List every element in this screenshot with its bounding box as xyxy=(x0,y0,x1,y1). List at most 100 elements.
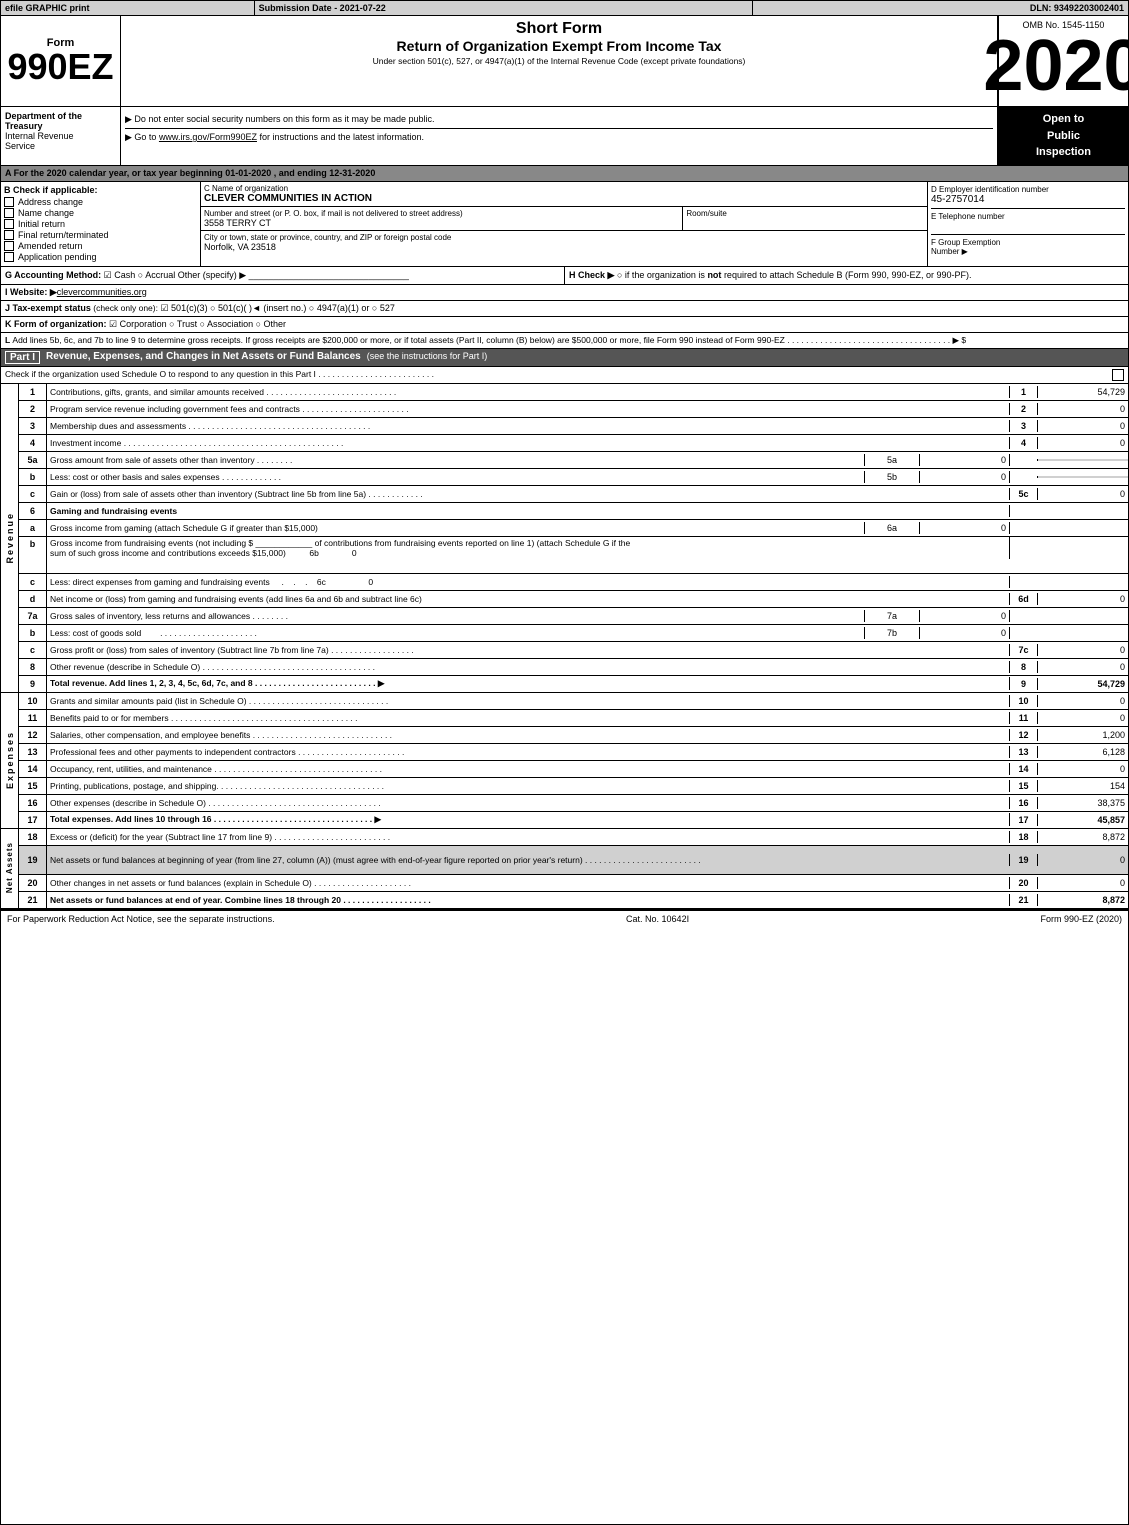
row-19: 19 Net assets or fund balances at beginn… xyxy=(19,846,1128,875)
row5b-desc: Less: cost or other basis and sales expe… xyxy=(47,471,865,483)
dept-info: Department of the Treasury Internal Reve… xyxy=(1,107,121,165)
row-16: 16 Other expenses (describe in Schedule … xyxy=(19,795,1128,812)
row5a-linenum xyxy=(1010,459,1038,461)
row15-num: 15 xyxy=(19,778,47,794)
footer-right: Form 990-EZ (2020) xyxy=(1040,914,1122,924)
form-990ez-label: 990EZ xyxy=(7,49,113,85)
address-row: Number and street (or P. O. box, if mail… xyxy=(201,207,927,231)
city-row: City or town, state or province, country… xyxy=(201,231,927,254)
row-17: 17 Total expenses. Add lines 10 through … xyxy=(19,812,1128,828)
row-6d: d Net income or (loss) from gaming and f… xyxy=(19,591,1128,608)
row6c-num: c xyxy=(19,574,47,590)
h-label: H Check ▶ xyxy=(569,270,614,280)
row14-value: 0 xyxy=(1038,763,1128,775)
row13-desc: Professional fees and other payments to … xyxy=(47,746,1010,758)
row13-linenum: 13 xyxy=(1010,746,1038,758)
check-final-return: Final return/terminated xyxy=(4,230,197,240)
row11-value: 0 xyxy=(1038,712,1128,724)
row4-desc: Investment income . . . . . . . . . . . … xyxy=(47,437,1010,449)
row-9: 9 Total revenue. Add lines 1, 2, 3, 4, 5… xyxy=(19,676,1128,692)
check-schedule-o: Check if the organization used Schedule … xyxy=(5,369,434,381)
bcdef-section: B Check if applicable: Address change Na… xyxy=(1,182,1128,267)
row6-num: 6 xyxy=(19,503,47,519)
c-label: C Name of organization xyxy=(204,184,924,193)
k-other: ○ Other xyxy=(256,319,286,329)
row-11: 11 Benefits paid to or for members . . .… xyxy=(19,710,1128,727)
row8-value: 0 xyxy=(1038,661,1128,673)
row5b-ref: 5b xyxy=(865,471,920,483)
check-initial-return: Initial return xyxy=(4,219,197,229)
check-name-change: Name change xyxy=(4,208,197,218)
row2-linenum: 2 xyxy=(1010,403,1038,415)
row4-linenum: 4 xyxy=(1010,437,1038,449)
row6b-num: b xyxy=(19,537,47,573)
row6b-desc: Gross income from fundraising events (no… xyxy=(47,537,1010,559)
row9-num: 9 xyxy=(19,676,47,692)
part1-label: Part I xyxy=(5,351,40,364)
part1-checknote: Check if the organization used Schedule … xyxy=(1,367,1128,384)
net-assets-section-label: Net Assets xyxy=(5,842,14,893)
row16-num: 16 xyxy=(19,795,47,811)
row5a-ref: 5a xyxy=(865,454,920,466)
open-to-public-box: Open toPublicInspection xyxy=(998,107,1128,165)
row17-value: 45,857 xyxy=(1038,814,1128,826)
h-section: H Check ▶ ○ if the organization is not r… xyxy=(565,267,1128,284)
g-other: Other (specify) ▶ ______________________… xyxy=(178,270,409,280)
row15-value: 154 xyxy=(1038,780,1128,792)
row11-desc: Benefits paid to or for members . . . . … xyxy=(47,712,1010,724)
revenue-rows: 1 Contributions, gifts, grants, and simi… xyxy=(19,384,1128,692)
row3-value: 0 xyxy=(1038,420,1128,432)
row10-linenum: 10 xyxy=(1010,695,1038,707)
row21-value: 8,872 xyxy=(1038,894,1128,906)
footer-cat: Cat. No. 10642I xyxy=(626,914,689,924)
row6a-desc: Gross income from gaming (attach Schedul… xyxy=(47,522,865,534)
check-amended-return: Amended return xyxy=(4,241,197,251)
row9-value: 54,729 xyxy=(1038,678,1128,690)
footer-bar: For Paperwork Reduction Act Notice, see … xyxy=(1,909,1128,927)
row19-num: 19 xyxy=(19,846,47,874)
check-address-change: Address change xyxy=(4,197,197,207)
expenses-section-label: Expenses xyxy=(5,731,15,789)
year-omb-block: OMB No. 1545-1150 2020 xyxy=(998,16,1128,106)
room-label: Room/suite xyxy=(686,209,924,218)
org-phone xyxy=(931,221,1125,231)
row-20: 20 Other changes in net assets or fund b… xyxy=(19,875,1128,892)
application-pending-label: Application pending xyxy=(18,252,97,262)
row15-linenum: 15 xyxy=(1010,780,1038,792)
f-label: F Group Exemption xyxy=(931,238,1125,247)
revenue-section-label: Revenue xyxy=(5,512,15,564)
row5b-linenum xyxy=(1010,476,1038,478)
checkbox-application-pending xyxy=(4,252,14,262)
row11-linenum: 11 xyxy=(1010,712,1038,724)
row18-linenum: 18 xyxy=(1010,831,1038,843)
b-label: B Check if applicable: xyxy=(4,185,197,195)
expenses-label-col: Expenses xyxy=(1,693,19,828)
h-text: ○ if the organization is not required to… xyxy=(617,270,972,280)
j-note: (check only one): xyxy=(91,303,158,313)
row6a-ref: 6a xyxy=(865,522,920,534)
row7c-num: c xyxy=(19,642,47,658)
row8-num: 8 xyxy=(19,659,47,675)
j-label: J Tax-exempt status xyxy=(5,303,91,313)
row20-linenum: 20 xyxy=(1010,877,1038,889)
dept-name: Department of the Treasury xyxy=(5,111,116,131)
row5c-desc: Gain or (loss) from sale of assets other… xyxy=(47,488,1010,500)
row-6c: c Less: direct expenses from gaming and … xyxy=(19,574,1128,591)
row6d-desc: Net income or (loss) from gaming and fun… xyxy=(47,593,1010,605)
row-3: 3 Membership dues and assessments . . . … xyxy=(19,418,1128,435)
row11-num: 11 xyxy=(19,710,47,726)
k-trust: ○ Trust xyxy=(169,319,197,329)
c-name-row: C Name of organization CLEVER COMMUNITIE… xyxy=(201,182,927,207)
row-7a: 7a Gross sales of inventory, less return… xyxy=(19,608,1128,625)
checkbox-name-change xyxy=(4,208,14,218)
row20-value: 0 xyxy=(1038,877,1128,889)
row9-desc: Total revenue. Add lines 1, 2, 3, 4, 5c,… xyxy=(47,677,1010,690)
row-15: 15 Printing, publications, postage, and … xyxy=(19,778,1128,795)
row12-linenum: 12 xyxy=(1010,729,1038,741)
row14-desc: Occupancy, rent, utilities, and maintena… xyxy=(47,763,1010,775)
name-change-label: Name change xyxy=(18,208,74,218)
def-col: D Employer identification number 45-2757… xyxy=(928,182,1128,266)
j-options: ☑ 501(c)(3) ○ 501(c)( )◄ (insert no.) ○ … xyxy=(160,303,394,313)
row8-linenum: 8 xyxy=(1010,661,1038,673)
d-label: D Employer identification number xyxy=(931,185,1125,194)
